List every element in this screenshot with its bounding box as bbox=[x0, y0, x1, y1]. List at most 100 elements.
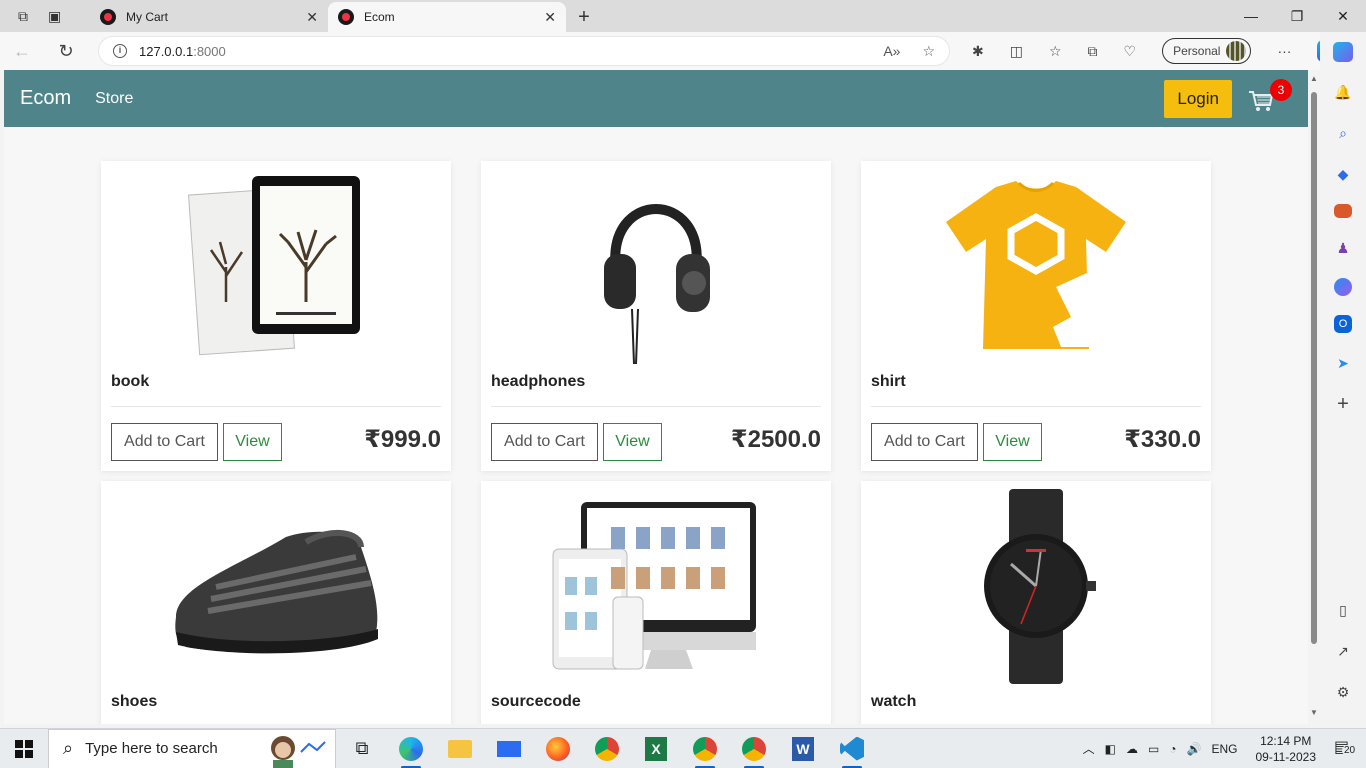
tab-my-cart[interactable]: My Cart ✕ bbox=[90, 2, 328, 32]
product-name: sourcecode bbox=[491, 693, 581, 710]
clock-time: 12:14 PM bbox=[1260, 733, 1312, 748]
add-to-cart-button[interactable]: Add to Cart bbox=[871, 423, 978, 461]
address-bar[interactable]: i 127.0.0.1:8000 A» ☆ bbox=[98, 36, 950, 66]
sidebar-toggle-icon[interactable]: ▯ bbox=[1332, 599, 1354, 621]
word-icon[interactable]: W bbox=[787, 733, 819, 765]
collections-icon[interactable]: ⧉ bbox=[1088, 43, 1098, 60]
minimize-icon[interactable]: — bbox=[1228, 8, 1274, 24]
site-info-icon[interactable]: i bbox=[113, 44, 127, 58]
task-view-icon[interactable]: ⧉ bbox=[346, 733, 378, 765]
headphones-image bbox=[481, 169, 831, 364]
tools-briefcase-icon[interactable] bbox=[1334, 204, 1352, 218]
back-icon[interactable]: ← bbox=[0, 41, 44, 62]
tab-actions-icon[interactable]: ▣ bbox=[48, 8, 61, 25]
favorite-star-icon[interactable]: ☆ bbox=[922, 43, 935, 60]
book-tablet-image bbox=[101, 169, 451, 364]
page-viewport: Ecom Store Login 3 book Add to Cart View… bbox=[4, 70, 1308, 724]
edge-sidebar: 🔔 ⌕ ◆ ♟ O ➤ + ▯ ↗ ⚙ bbox=[1320, 32, 1366, 726]
search-highlight-art-icon bbox=[271, 735, 326, 768]
product-card: headphones Add to Cart View ₹2500.0 bbox=[481, 161, 831, 471]
open-external-icon[interactable]: ↗ bbox=[1332, 640, 1354, 662]
notification-count: 20 bbox=[1342, 744, 1358, 756]
battery-icon[interactable]: ▭ bbox=[1148, 742, 1159, 756]
wifi-icon[interactable]: ◔ bbox=[1169, 742, 1176, 756]
page-scrollbar[interactable]: ▲ ▼ bbox=[1308, 70, 1320, 724]
product-price: ₹999.0 bbox=[364, 426, 441, 453]
chrome-second-icon[interactable] bbox=[738, 733, 770, 768]
product-name: headphones bbox=[491, 373, 586, 390]
vscode-icon[interactable] bbox=[836, 733, 868, 768]
excel-icon[interactable]: X bbox=[640, 733, 672, 765]
login-button[interactable]: Login bbox=[1164, 79, 1232, 118]
split-screen-icon[interactable]: ◫ bbox=[1010, 43, 1023, 60]
system-clock[interactable]: 12:14 PM 09-11-2023 bbox=[1256, 733, 1317, 765]
settings-gear-icon[interactable]: ⚙ bbox=[1332, 681, 1354, 703]
search-icon: ⌕ bbox=[63, 738, 74, 758]
close-tab-icon[interactable]: ✕ bbox=[306, 9, 318, 26]
product-card: watch bbox=[861, 481, 1211, 724]
chrome-profile-icon[interactable] bbox=[689, 733, 721, 768]
clock-date: 09-11-2023 bbox=[1255, 749, 1317, 764]
product-name: shirt bbox=[871, 373, 906, 390]
close-tab-icon[interactable]: ✕ bbox=[544, 9, 556, 26]
black-sneaker-image bbox=[101, 489, 451, 684]
workspaces-icon[interactable]: ⧉ bbox=[18, 8, 28, 25]
shopping-tag-icon[interactable]: ◆ bbox=[1332, 163, 1354, 185]
mail-icon[interactable] bbox=[493, 733, 525, 765]
meet-now-icon[interactable]: ◧ bbox=[1105, 742, 1116, 756]
onedrive-cloud-icon[interactable]: ☁ bbox=[1126, 742, 1138, 756]
divider bbox=[491, 406, 821, 407]
games-icon[interactable]: ♟ bbox=[1332, 237, 1354, 259]
close-window-icon[interactable]: ✕ bbox=[1320, 8, 1366, 25]
notification-center-button[interactable]: ▤ 20 bbox=[1334, 737, 1358, 761]
view-button[interactable]: View bbox=[223, 423, 282, 461]
search-icon[interactable]: ⌕ bbox=[1332, 122, 1354, 144]
outlook-icon[interactable]: O bbox=[1334, 315, 1352, 333]
cart-button[interactable]: 3 bbox=[1248, 78, 1292, 119]
restore-icon[interactable]: ❐ bbox=[1274, 8, 1320, 25]
tab-title: Ecom bbox=[364, 10, 395, 24]
yellow-tshirt-image bbox=[861, 169, 1211, 364]
favorites-icon[interactable]: ☆ bbox=[1049, 43, 1062, 60]
refresh-icon[interactable]: ↻ bbox=[44, 41, 88, 62]
store-link[interactable]: Store bbox=[95, 90, 133, 108]
product-card: shirt Add to Cart View ₹330.0 bbox=[861, 161, 1211, 471]
language-indicator[interactable]: ENG bbox=[1211, 742, 1237, 756]
chrome-icon[interactable] bbox=[591, 733, 623, 765]
add-to-cart-button[interactable]: Add to Cart bbox=[491, 423, 598, 461]
site-favicon-icon bbox=[100, 9, 116, 25]
extensions-icon[interactable]: ✱ bbox=[972, 43, 984, 60]
product-name: book bbox=[111, 373, 150, 390]
start-button[interactable] bbox=[0, 739, 48, 758]
avatar bbox=[1226, 41, 1247, 61]
copilot-sidebar-icon[interactable] bbox=[1333, 42, 1353, 62]
file-explorer-icon[interactable] bbox=[444, 733, 476, 765]
add-icon[interactable]: + bbox=[1332, 393, 1354, 415]
scroll-up-icon[interactable]: ▲ bbox=[1310, 74, 1318, 83]
scrollbar-thumb[interactable] bbox=[1311, 92, 1317, 644]
more-menu-icon[interactable]: ··· bbox=[1277, 43, 1291, 59]
bell-icon[interactable]: 🔔 bbox=[1332, 81, 1354, 103]
browser-essentials-icon[interactable]: ♡ bbox=[1124, 43, 1137, 60]
firefox-icon[interactable] bbox=[542, 733, 574, 765]
drop-send-icon[interactable]: ➤ bbox=[1332, 352, 1354, 374]
view-button[interactable]: View bbox=[603, 423, 662, 461]
url-host: 127.0.0.1 bbox=[139, 43, 194, 59]
volume-icon[interactable]: 🔊 bbox=[1187, 742, 1202, 756]
microsoft365-icon[interactable] bbox=[1334, 278, 1352, 296]
tab-ecom[interactable]: Ecom ✕ bbox=[328, 2, 566, 32]
profile-button[interactable]: Personal bbox=[1162, 38, 1252, 64]
scroll-down-icon[interactable]: ▼ bbox=[1310, 708, 1318, 717]
new-tab-button[interactable]: + bbox=[566, 2, 602, 32]
show-hidden-icons-icon[interactable]: ︿ bbox=[1083, 740, 1095, 757]
brand-link[interactable]: Ecom bbox=[20, 87, 71, 110]
divider bbox=[871, 406, 1201, 407]
view-button[interactable]: View bbox=[983, 423, 1042, 461]
add-to-cart-button[interactable]: Add to Cart bbox=[111, 423, 218, 461]
read-aloud-icon[interactable]: A» bbox=[883, 43, 900, 60]
site-navbar: Ecom Store Login 3 bbox=[4, 70, 1308, 127]
taskbar-search-input[interactable]: ⌕ Type here to search bbox=[48, 728, 336, 768]
product-price: ₹2500.0 bbox=[730, 426, 821, 453]
edge-browser-icon[interactable] bbox=[395, 733, 427, 768]
product-card: shoes bbox=[101, 481, 451, 724]
